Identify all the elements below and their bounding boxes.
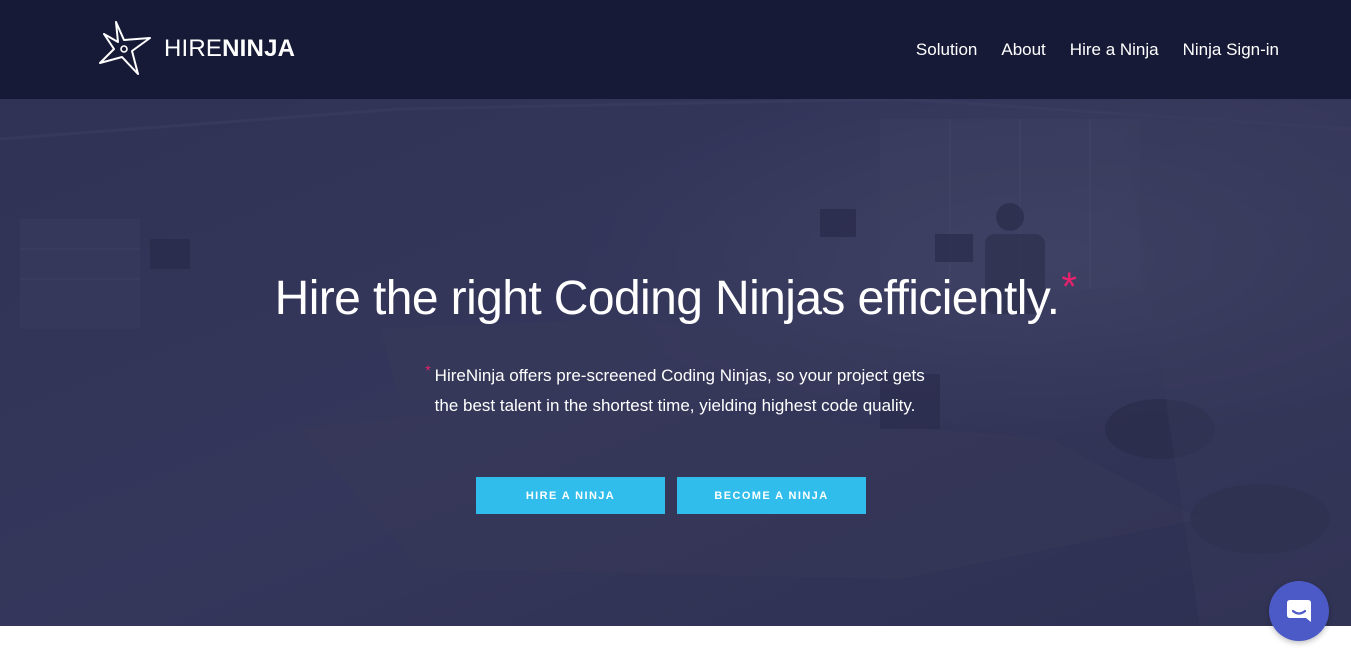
chat-bubble-icon <box>1287 600 1311 622</box>
hero-subtitle: * HireNinja offers pre-screened Coding Ni… <box>420 361 930 421</box>
brand-name: HIRENINJA <box>164 35 295 63</box>
chat-launcher-button[interactable] <box>1269 581 1329 641</box>
hero-title-asterisk: * <box>1061 265 1077 309</box>
shuriken-icon <box>99 21 151 75</box>
hire-a-ninja-button[interactable]: HIRE A NINJA <box>476 477 665 514</box>
top-navbar: HIRENINJA Solution About Hire a Ninja Ni… <box>0 0 1351 99</box>
brand-name-light: HIRE <box>164 35 223 62</box>
hero-subtitle-text: HireNinja offers pre-screened Coding Nin… <box>434 366 925 415</box>
hero-section: Hire the right Coding Ninjas efficiently… <box>0 99 1351 626</box>
hero-subtitle-asterisk: * <box>425 362 431 378</box>
nav-about[interactable]: About <box>1001 40 1045 60</box>
brand-logo-link[interactable]: HIRENINJA <box>98 20 295 78</box>
nav-ninja-sign-in[interactable]: Ninja Sign-in <box>1183 40 1279 60</box>
hero-title-text: Hire the right Coding Ninjas efficiently… <box>274 272 1060 325</box>
nav-solution[interactable]: Solution <box>916 40 977 60</box>
hero-title: Hire the right Coding Ninjas efficiently… <box>0 265 1351 326</box>
brand-name-bold: NINJA <box>222 35 296 62</box>
below-hero-section <box>0 626 1351 663</box>
main-nav: Solution About Hire a Ninja Ninja Sign-i… <box>916 40 1279 60</box>
nav-hire-a-ninja[interactable]: Hire a Ninja <box>1070 40 1159 60</box>
become-a-ninja-button[interactable]: BECOME A NINJA <box>677 477 866 514</box>
